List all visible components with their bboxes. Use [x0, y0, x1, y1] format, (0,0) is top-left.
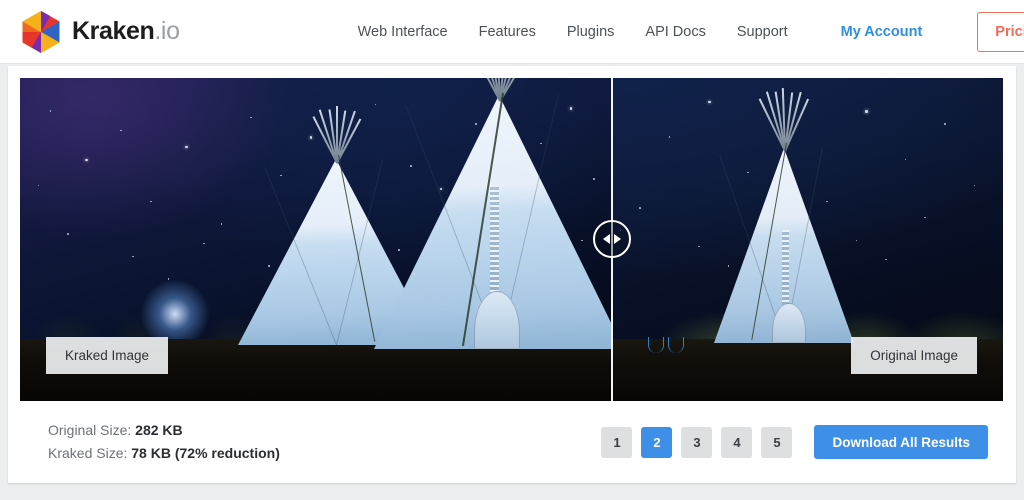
teepee-large [374, 93, 611, 350]
arrow-right-icon [614, 234, 621, 244]
kraken-hexagon-logo-icon [22, 10, 60, 53]
nav-item-plugins[interactable]: Plugins [567, 24, 615, 40]
results-card: Kraked Image Original Image Original Siz… [8, 66, 1016, 483]
kraked-size-label: Kraked Size: [48, 445, 128, 461]
nav-item-support[interactable]: Support [737, 24, 788, 40]
page-button-3[interactable]: 3 [681, 426, 713, 458]
teepee-original [714, 147, 854, 344]
page-button-2[interactable]: 2 [641, 426, 673, 458]
nav-item-my-account[interactable]: My Account [841, 24, 923, 40]
site-header: Kraken.io Web Interface Features Plugins… [0, 0, 1024, 64]
camp-chair [668, 337, 684, 353]
kraked-size-row: Kraked Size: 78 KB (72% reduction) [48, 442, 280, 465]
brand-name: Kraken [72, 17, 155, 45]
teepee-poles-large [465, 78, 537, 102]
results-controls: 1 2 3 4 5 Download All Results [601, 425, 988, 459]
size-summary: Original Size: 282 KB Kraked Size: 78 KB… [48, 419, 280, 464]
results-footer: Original Size: 282 KB Kraked Size: 78 KB… [8, 401, 1016, 483]
nav-item-web-interface[interactable]: Web Interface [358, 24, 448, 40]
page-button-1[interactable]: 1 [601, 426, 633, 458]
pricing-signup-button[interactable]: Pricing & Signup [977, 11, 1024, 52]
page-button-4[interactable]: 4 [721, 426, 753, 458]
page-button-5[interactable]: 5 [761, 426, 793, 458]
original-size-label: Original Size: [48, 422, 132, 439]
brand-wordmark: Kraken.io [72, 17, 180, 46]
original-size-value: 282 KB [135, 422, 183, 439]
kraked-size-value: 78 KB (72% reduction) [131, 445, 280, 461]
teepee-poles-small [312, 106, 361, 164]
nav-item-api-docs[interactable]: API Docs [645, 24, 705, 40]
arrow-left-icon [603, 234, 610, 244]
main-navigation: Web Interface Features Plugins API Docs … [358, 11, 1024, 52]
teepee-poles-original [758, 88, 809, 152]
nav-item-features[interactable]: Features [479, 24, 536, 40]
kraked-image-label: Kraked Image [46, 337, 169, 374]
original-image-label: Original Image [851, 337, 977, 374]
original-size-row: Original Size: 282 KB [48, 419, 280, 442]
brand-tld: .io [154, 17, 180, 45]
comparison-slider-handle[interactable] [593, 220, 631, 258]
brand-logo[interactable]: Kraken.io [20, 10, 180, 54]
download-all-results-button[interactable]: Download All Results [814, 425, 988, 459]
camp-chair [648, 337, 664, 353]
image-comparison-slider[interactable]: Kraked Image Original Image [20, 78, 1003, 401]
